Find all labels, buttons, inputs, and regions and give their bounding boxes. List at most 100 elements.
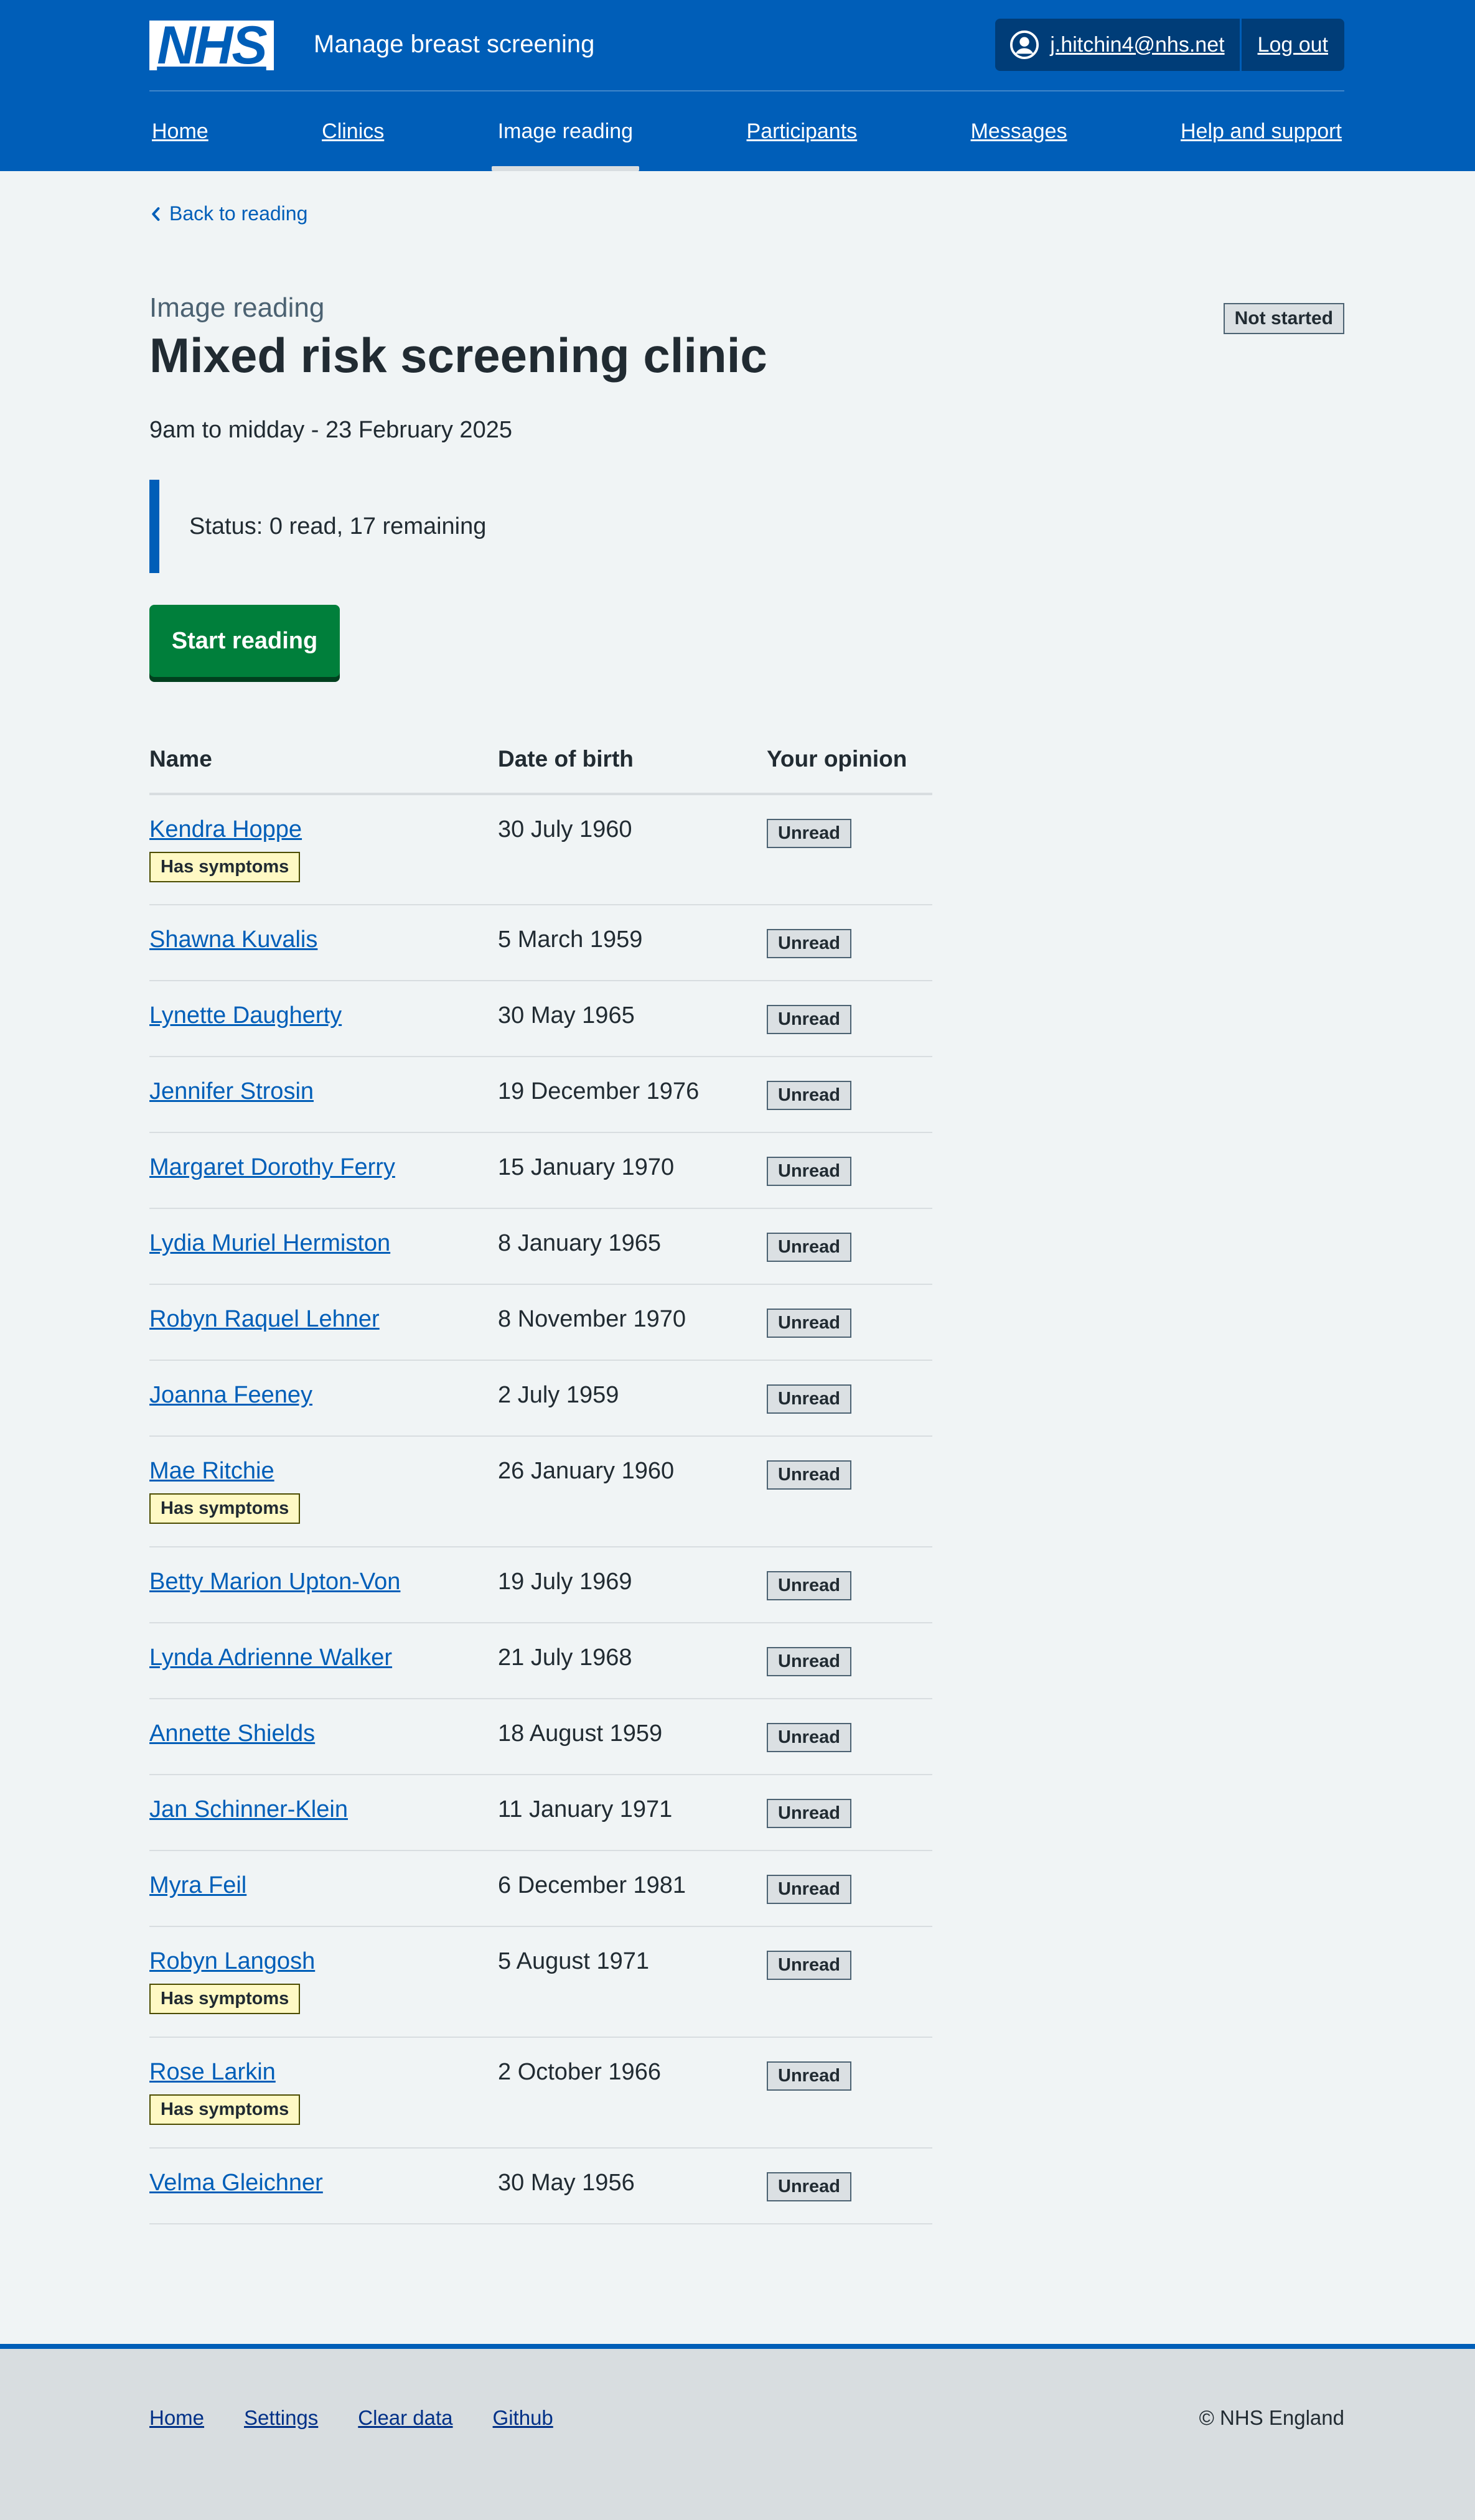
nav-item-clinics[interactable]: Clinics — [319, 119, 386, 144]
cell-opinion: Unread — [767, 1057, 932, 1133]
opinion-status-badge: Unread — [767, 1081, 851, 1110]
cell-opinion: Unread — [767, 2148, 932, 2224]
footer-link-settings[interactable]: Settings — [244, 2406, 318, 2430]
nhs-logo[interactable]: NHS — [149, 16, 274, 75]
site-footer: Home Settings Clear data Github © NHS En… — [0, 2344, 1475, 2520]
header-container: NHS Manage breast screening j.hitchin4@n… — [149, 0, 1344, 171]
cell-name: Velma Gleichner — [149, 2148, 498, 2224]
opinion-status-badge: Unread — [767, 1309, 851, 1338]
copyright: © NHS England — [1199, 2406, 1344, 2429]
cell-date-of-birth: 19 December 1976 — [498, 1057, 767, 1133]
cell-opinion: Unread — [767, 1547, 932, 1623]
back-link-label: Back to reading — [169, 202, 308, 225]
cell-date-of-birth: 2 October 1966 — [498, 2037, 767, 2149]
cell-name: Jennifer Strosin — [149, 1057, 498, 1133]
table-row: Annette Shields 18 August 1959 Unread — [149, 1699, 932, 1775]
cell-opinion: Unread — [767, 1436, 932, 1547]
nhs-logo-text: NHS — [157, 16, 268, 75]
participant-name-link[interactable]: Lydia Muriel Hermiston — [149, 1230, 390, 1256]
footer-links: Home Settings Clear data Github — [149, 2406, 553, 2430]
table-row: Velma Gleichner 30 May 1956 Unread — [149, 2148, 932, 2224]
participant-name-link[interactable]: Rose Larkin — [149, 2059, 276, 2085]
participant-name-link[interactable]: Jan Schinner-Klein — [149, 1796, 348, 1822]
participant-name-link[interactable]: Robyn Raquel Lehner — [149, 1306, 380, 1332]
participant-name-link[interactable]: Mae Ritchie — [149, 1458, 274, 1484]
participant-name-link[interactable]: Margaret Dorothy Ferry — [149, 1154, 395, 1180]
cell-date-of-birth: 18 August 1959 — [498, 1699, 767, 1775]
nav-item-image-reading[interactable]: Image reading — [491, 119, 640, 171]
cell-name: Mae Ritchie Has symptoms — [149, 1436, 498, 1547]
participant-name-link[interactable]: Shawna Kuvalis — [149, 926, 317, 953]
has-symptoms-badge: Has symptoms — [149, 1493, 301, 1524]
cell-name: Joanna Feeney — [149, 1360, 498, 1437]
column-header-name: Name — [149, 725, 498, 795]
cell-date-of-birth: 8 November 1970 — [498, 1284, 767, 1361]
cell-name: Annette Shields — [149, 1699, 498, 1775]
opinion-status-badge: Unread — [767, 1723, 851, 1752]
clinic-time: 9am to midday - 23 February 2025 — [149, 417, 512, 443]
cell-name: Rose Larkin Has symptoms — [149, 2037, 498, 2149]
opinion-status-badge: Unread — [767, 1799, 851, 1828]
logout-link[interactable]: Log out — [1242, 19, 1344, 71]
participant-name-link[interactable]: Velma Gleichner — [149, 2170, 323, 2196]
cell-opinion: Unread — [767, 1850, 932, 1927]
cell-opinion: Unread — [767, 794, 932, 905]
nav-item-messages[interactable]: Messages — [968, 119, 1070, 144]
participant-name-link[interactable]: Annette Shields — [149, 1720, 315, 1747]
account-email-link[interactable]: j.hitchin4@nhs.net — [1050, 33, 1224, 57]
table-row: Shawna Kuvalis 5 March 1959 Unread — [149, 905, 932, 981]
participant-name-link[interactable]: Lynette Daugherty — [149, 1002, 342, 1029]
page-title: Mixed risk screening clinic — [149, 328, 767, 383]
has-symptoms-badge: Has symptoms — [149, 852, 301, 882]
cell-date-of-birth: 15 January 1970 — [498, 1132, 767, 1209]
cell-opinion: Unread — [767, 1775, 932, 1851]
cell-date-of-birth: 30 May 1956 — [498, 2148, 767, 2224]
opinion-status-badge: Unread — [767, 929, 851, 958]
cell-opinion: Unread — [767, 1926, 932, 2038]
cell-name: Lynette Daugherty — [149, 981, 498, 1057]
participant-name-link[interactable]: Myra Feil — [149, 1872, 246, 1898]
back-link[interactable]: Back to reading — [149, 202, 307, 225]
cell-date-of-birth: 8 January 1965 — [498, 1208, 767, 1285]
table-row: Mae Ritchie Has symptoms 26 January 1960 Un… — [149, 1436, 932, 1547]
cell-name: Jan Schinner-Klein — [149, 1775, 498, 1851]
nav-item-help-and-support[interactable]: Help and support — [1178, 119, 1344, 144]
column-header-opinion: Your opinion — [767, 725, 932, 795]
opinion-status-badge: Unread — [767, 1875, 851, 1904]
site-header: NHS Manage breast screening j.hitchin4@n… — [0, 0, 1475, 171]
service-name[interactable]: Manage breast screening — [314, 29, 594, 60]
footer-link-github[interactable]: Github — [493, 2406, 553, 2430]
footer-link-clear-data[interactable]: Clear data — [358, 2406, 452, 2430]
participant-name-link[interactable]: Kendra Hoppe — [149, 816, 302, 842]
cell-name: Betty Marion Upton-Von — [149, 1547, 498, 1623]
table-row: Robyn Langosh Has symptoms 5 August 1971 Un… — [149, 1926, 932, 2038]
table-body: Kendra Hoppe Has symptoms 30 July 1960 Unre… — [149, 794, 932, 2224]
nav-item-participants[interactable]: Participants — [744, 119, 860, 144]
opinion-status-badge: Unread — [767, 819, 851, 848]
opinion-status-badge: Unread — [767, 1157, 851, 1186]
cell-name: Robyn Langosh Has symptoms — [149, 1926, 498, 2038]
participant-name-link[interactable]: Jennifer Strosin — [149, 1078, 314, 1104]
nav-item-home[interactable]: Home — [149, 119, 211, 144]
table-row: Rose Larkin Has symptoms 2 October 1966 Unr… — [149, 2037, 932, 2149]
table-row: Lydia Muriel Hermiston 8 January 1965 Unre… — [149, 1208, 932, 1285]
participant-name-link[interactable]: Joanna Feeney — [149, 1382, 312, 1408]
cell-name: Lydia Muriel Hermiston — [149, 1208, 498, 1285]
participant-name-link[interactable]: Betty Marion Upton-Von — [149, 1569, 400, 1595]
footer-link-home[interactable]: Home — [149, 2406, 204, 2430]
cell-date-of-birth: 2 July 1959 — [498, 1360, 767, 1437]
cell-opinion: Unread — [767, 1132, 932, 1209]
opinion-status-badge: Unread — [767, 1384, 851, 1414]
cell-opinion: Unread — [767, 1623, 932, 1699]
participant-name-link[interactable]: Lynda Adrienne Walker — [149, 1645, 392, 1671]
account-panel: j.hitchin4@nhs.net Log out — [995, 19, 1344, 71]
participant-name-link[interactable]: Robyn Langosh — [149, 1948, 315, 1974]
cell-opinion: Unread — [767, 1699, 932, 1775]
start-reading-button[interactable]: Start reading — [149, 605, 340, 677]
cell-date-of-birth: 5 August 1971 — [498, 1926, 767, 2038]
cell-date-of-birth: 21 July 1968 — [498, 1623, 767, 1699]
table-row: Jennifer Strosin 19 December 1976 Unread — [149, 1057, 932, 1133]
opinion-status-badge: Unread — [767, 1233, 851, 1262]
table-row: Lynette Daugherty 30 May 1965 Unread — [149, 981, 932, 1057]
cell-name: Shawna Kuvalis — [149, 905, 498, 981]
